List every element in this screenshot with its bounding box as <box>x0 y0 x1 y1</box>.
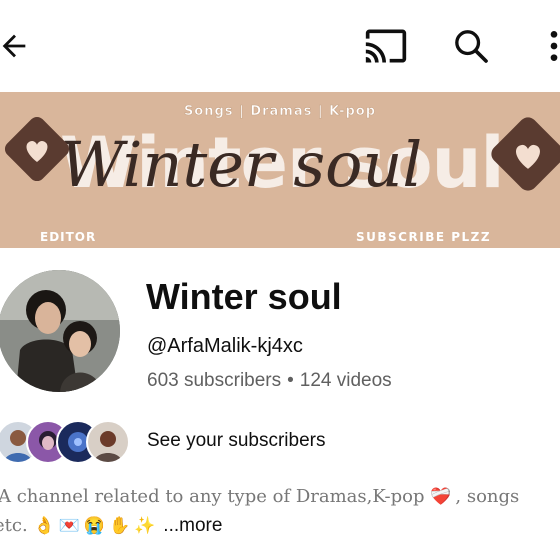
back-arrow-icon <box>2 34 26 58</box>
description-etc: etc. <box>0 515 28 536</box>
subscriber-avatars[interactable] <box>0 420 136 464</box>
banner-heart-logo-right <box>491 117 560 191</box>
top-app-bar <box>0 0 560 92</box>
subscriber-avatar <box>86 420 130 464</box>
channel-stats: 603 subscribers • 124 videos <box>147 370 392 392</box>
back-button[interactable] <box>0 22 38 70</box>
cast-icon <box>365 29 407 63</box>
channel-handle: @ArfaMalik-kj4xc <box>147 335 303 357</box>
sparkles-emoji: ✨ <box>134 516 156 536</box>
crying-face-emoji: 😭 <box>83 516 105 536</box>
banner-subscribe-label: SUBSCRIBE PLZZ <box>356 230 492 244</box>
mending-heart-emoji: ❤️‍🩹 <box>430 487 452 507</box>
channel-avatar[interactable] <box>0 270 120 392</box>
description-text: A channel related to any type of Dramas,… <box>0 486 425 507</box>
ok-hand-emoji: 👌 <box>33 516 55 536</box>
raised-hand-emoji: ✋ <box>108 516 131 536</box>
banner-script-title: Winter soul <box>60 128 423 201</box>
banner-tagline: Songs | Dramas | K-pop <box>183 104 377 120</box>
search-icon <box>455 30 488 63</box>
cast-button[interactable] <box>362 22 410 70</box>
avatar-photo <box>0 270 120 392</box>
search-button[interactable] <box>447 22 495 70</box>
channel-description-line1: A channel related to any type of Dramas,… <box>0 486 519 507</box>
love-letter-emoji: 💌 <box>58 516 80 536</box>
banner-editor-label: EDITOR <box>40 230 97 244</box>
channel-description-line2: etc. 👌💌😭✋✨ ...more <box>0 515 222 537</box>
more-options-button[interactable] <box>530 22 560 70</box>
more-vert-icon <box>550 31 558 61</box>
description-more-link[interactable]: ...more <box>163 515 222 536</box>
channel-name: Winter soul <box>146 276 342 317</box>
stats-separator: • <box>287 370 294 391</box>
subscriber-count: 603 subscribers <box>147 370 282 391</box>
see-subscribers-link[interactable]: See your subscribers <box>147 430 325 452</box>
banner-heart-logo-left <box>4 116 70 182</box>
description-tail: , songs <box>455 486 520 507</box>
video-count: 124 videos <box>299 370 392 391</box>
subscriber-photo-4 <box>94 431 122 462</box>
channel-banner: Songs | Dramas | K-pop Winter soul Winte… <box>0 92 560 248</box>
